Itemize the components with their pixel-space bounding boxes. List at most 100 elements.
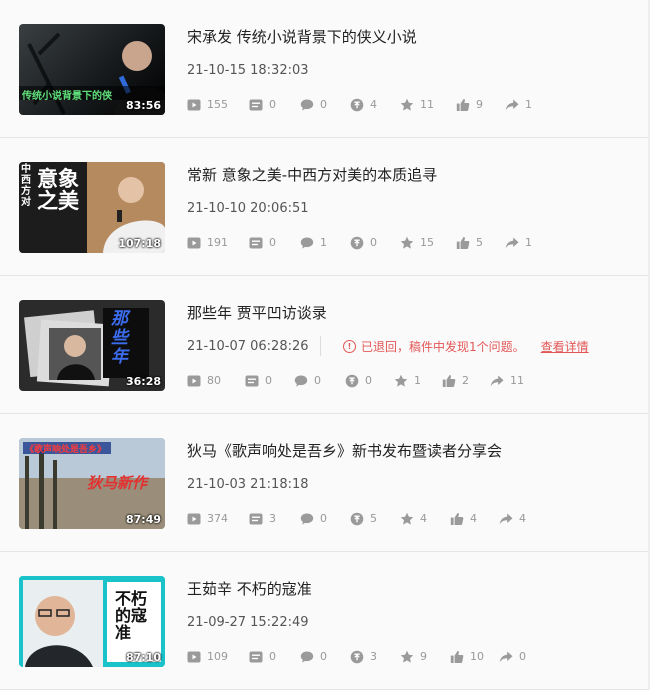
publish-date: 21-10-03 21:18:18 bbox=[187, 477, 309, 492]
like-count: 9 bbox=[456, 96, 483, 114]
play-icon bbox=[187, 236, 201, 250]
star-icon bbox=[400, 98, 414, 112]
coin-count: 3 bbox=[350, 648, 377, 666]
share-count: 11 bbox=[490, 372, 524, 390]
play-count: 374 bbox=[187, 510, 228, 528]
coin-count: 5 bbox=[350, 510, 377, 528]
danmaku-icon bbox=[245, 374, 259, 388]
comment-count: 0 bbox=[294, 372, 321, 390]
coin-count: 0 bbox=[345, 372, 372, 390]
thumbnail-caption: 那些年 bbox=[111, 309, 128, 367]
list-item: 传统小说背景下的侠 83:56 宋承发 传统小说背景下的侠义小说 21-10-1… bbox=[0, 0, 648, 138]
thumbnail-caption: 传统小说背景下的侠 bbox=[22, 91, 112, 102]
video-title[interactable]: 常新 意象之美-中西方对美的本质追寻 bbox=[187, 164, 437, 185]
comment-count: 0 bbox=[300, 648, 327, 666]
video-thumbnail[interactable]: 那些年 36:28 bbox=[19, 300, 165, 391]
video-duration: 107:18 bbox=[118, 237, 161, 250]
video-duration: 87:49 bbox=[125, 513, 161, 526]
star-icon bbox=[394, 374, 408, 388]
reject-message: 已退回，稿件中发现1个问题。 bbox=[361, 339, 525, 354]
share-icon bbox=[505, 236, 519, 250]
danmaku-count: 0 bbox=[249, 96, 276, 114]
danmaku-count: 0 bbox=[249, 234, 276, 252]
video-thumbnail[interactable]: 《歌声响处是吾乡》 狄马新作 87:49 bbox=[19, 438, 165, 529]
comment-icon bbox=[300, 512, 314, 526]
thumbnail-caption: 意象之美 bbox=[37, 167, 79, 213]
coin-count: 4 bbox=[350, 96, 377, 114]
publish-date: 21-09-27 15:22:49 bbox=[187, 615, 309, 630]
play-icon bbox=[187, 374, 201, 388]
play-icon bbox=[187, 512, 201, 526]
share-count: 1 bbox=[505, 234, 532, 252]
video-duration: 87:10 bbox=[125, 651, 161, 664]
thumbs-up-icon bbox=[442, 374, 456, 388]
thumbnail-caption: 狄马新作 bbox=[87, 474, 148, 492]
video-duration: 83:56 bbox=[125, 99, 161, 112]
reject-notice: ! 已退回，稿件中发现1个问题。 查看详情 bbox=[320, 336, 589, 356]
share-count: 4 bbox=[499, 510, 526, 528]
play-count: 191 bbox=[187, 234, 228, 252]
danmaku-icon bbox=[249, 512, 263, 526]
play-icon bbox=[187, 650, 201, 664]
publish-date: 21-10-10 20:06:51 bbox=[187, 201, 309, 216]
favorite-count: 11 bbox=[400, 96, 434, 114]
danmaku-icon bbox=[249, 98, 263, 112]
video-duration: 36:28 bbox=[125, 375, 161, 388]
danmaku-count: 0 bbox=[249, 648, 276, 666]
video-thumbnail[interactable]: 不朽的寇准 87:10 bbox=[19, 576, 165, 667]
star-icon bbox=[400, 236, 414, 250]
share-count: 1 bbox=[505, 96, 532, 114]
comment-count: 1 bbox=[300, 234, 327, 252]
thumbs-up-icon bbox=[456, 98, 470, 112]
play-count: 109 bbox=[187, 648, 228, 666]
danmaku-icon bbox=[249, 650, 263, 664]
danmaku-count: 3 bbox=[249, 510, 276, 528]
danmaku-count: 0 bbox=[245, 372, 272, 390]
comment-count: 0 bbox=[300, 510, 327, 528]
comment-icon bbox=[300, 650, 314, 664]
list-item: 那些年 36:28 那些年 贾平凹访谈录 21-10-07 06:28:26 !… bbox=[0, 276, 648, 414]
play-icon bbox=[187, 98, 201, 112]
star-icon bbox=[400, 512, 414, 526]
coin-icon bbox=[350, 236, 364, 250]
video-thumbnail[interactable]: 传统小说背景下的侠 83:56 bbox=[19, 24, 165, 115]
favorite-count: 1 bbox=[394, 372, 421, 390]
share-icon bbox=[499, 512, 513, 526]
video-title[interactable]: 那些年 贾平凹访谈录 bbox=[187, 302, 327, 323]
thumbs-up-icon bbox=[450, 650, 464, 664]
comment-count: 0 bbox=[300, 96, 327, 114]
thumbs-up-icon bbox=[450, 512, 464, 526]
publish-date: 21-10-15 18:32:03 bbox=[187, 63, 309, 78]
share-icon bbox=[499, 650, 513, 664]
favorite-count: 9 bbox=[400, 648, 427, 666]
video-title[interactable]: 狄马《歌声响处是吾乡》新书发布暨读者分享会 bbox=[187, 440, 502, 461]
video-thumbnail[interactable]: 中西方对 意象之美 107:18 bbox=[19, 162, 165, 253]
view-details-link[interactable]: 查看详情 bbox=[541, 338, 589, 355]
star-icon bbox=[400, 650, 414, 664]
play-count: 155 bbox=[187, 96, 228, 114]
coin-count: 0 bbox=[350, 234, 377, 252]
favorite-count: 15 bbox=[400, 234, 434, 252]
share-icon bbox=[490, 374, 504, 388]
danmaku-icon bbox=[249, 236, 263, 250]
thumbnail-caption: 不朽的寇准 bbox=[115, 589, 148, 642]
publish-date: 21-10-07 06:28:26 bbox=[187, 339, 309, 354]
thumbs-up-icon bbox=[456, 236, 470, 250]
video-title[interactable]: 王茹辛 不朽的寇准 bbox=[187, 578, 312, 599]
comment-icon bbox=[300, 98, 314, 112]
coin-icon bbox=[350, 650, 364, 664]
coin-icon bbox=[350, 512, 364, 526]
coin-icon bbox=[345, 374, 359, 388]
coin-icon bbox=[350, 98, 364, 112]
list-item: 《歌声响处是吾乡》 狄马新作 87:49 狄马《歌声响处是吾乡》新书发布暨读者分… bbox=[0, 414, 648, 552]
like-count: 5 bbox=[456, 234, 483, 252]
thumbnail-side-text: 中西方对 bbox=[21, 164, 31, 208]
like-count: 10 bbox=[450, 648, 484, 666]
share-icon bbox=[505, 98, 519, 112]
warning-icon: ! bbox=[343, 339, 356, 353]
comment-icon bbox=[300, 236, 314, 250]
video-title[interactable]: 宋承发 传统小说背景下的侠义小说 bbox=[187, 26, 417, 47]
play-count: 80 bbox=[187, 372, 221, 390]
thumbnail-banner: 《歌声响处是吾乡》 bbox=[25, 445, 107, 455]
favorite-count: 4 bbox=[400, 510, 427, 528]
